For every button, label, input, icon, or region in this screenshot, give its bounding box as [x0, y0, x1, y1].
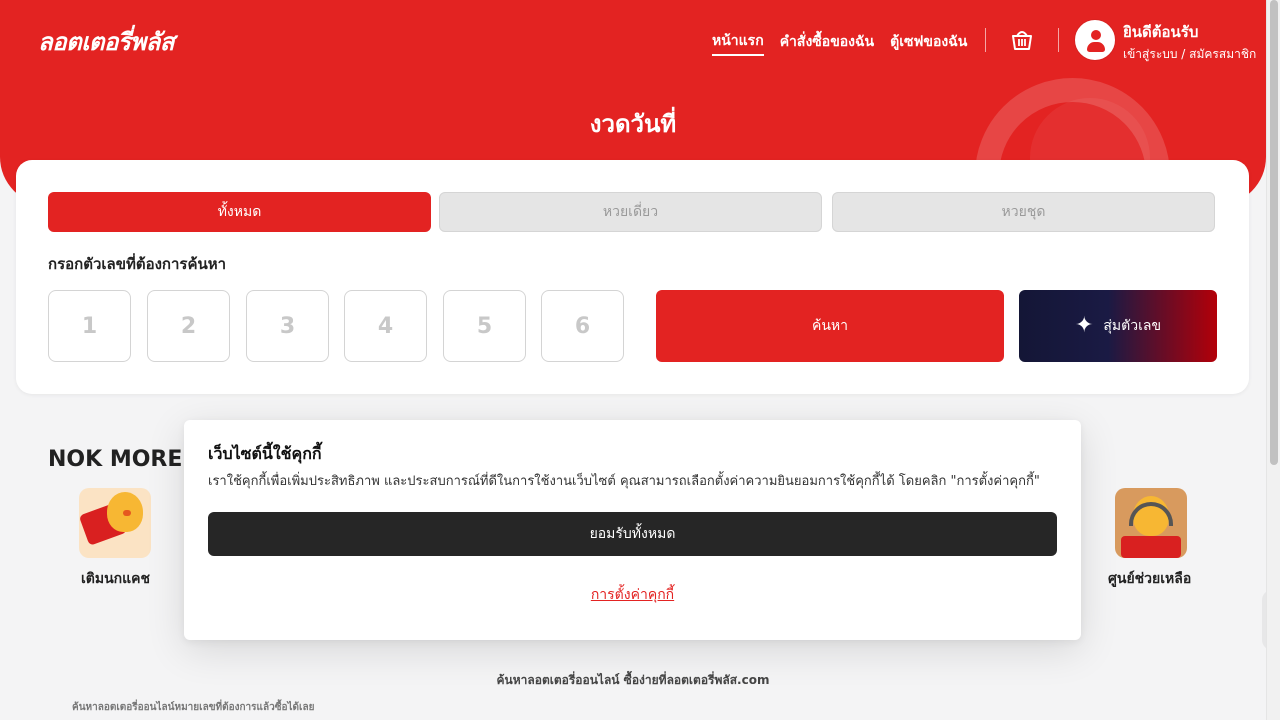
- welcome-text: ยินดีต้อนรับ: [1123, 23, 1199, 41]
- search-prompt: กรอกตัวเลขที่ต้องการค้นหา: [48, 255, 227, 273]
- mascot-helpcenter-icon[interactable]: [1115, 488, 1187, 558]
- footer-tagline: ค้นหาลอตเตอรี่ออนไลน์ ซื้อง่ายที่ลอตเตอร…: [496, 673, 770, 687]
- lottery-search-card: ทั้งหมด หวยเดี่ยว หวยชุด กรอกตัวเลขที่ต้…: [16, 160, 1249, 394]
- tab-set[interactable]: หวยชุด: [832, 192, 1215, 232]
- cookie-consent-dialog: เว็บไซต์นี้ใช้คุกกี้ เราใช้คุกกี้เพื่อเพ…: [184, 420, 1081, 640]
- login-register-link[interactable]: เข้าสู่ระบบ / สมัครสมาชิก: [1123, 45, 1256, 64]
- helpcenter-label[interactable]: ศูนย์ช่วยเหลือ: [1108, 568, 1191, 590]
- digit-input-6[interactable]: [541, 290, 624, 362]
- search-button[interactable]: ค้นหา: [656, 290, 1004, 362]
- nok-more-title: NOK MORE: [48, 447, 183, 472]
- cookie-title: เว็บไซต์นี้ใช้คุกกี้: [208, 444, 322, 463]
- cookie-description: เราใช้คุกกี้เพื่อเพิ่มประสิทธิภาพ และประ…: [208, 474, 1040, 489]
- scrollbar-thumb[interactable]: [1270, 0, 1278, 465]
- user-icon[interactable]: [1075, 20, 1115, 60]
- accept-all-cookies-button[interactable]: ยอมรับทั้งหมด: [208, 512, 1057, 556]
- random-number-label: สุ่มตัวเลข: [1103, 318, 1162, 334]
- nav-home[interactable]: หน้าแรก: [712, 30, 764, 56]
- sparkle-icon: ✦: [1074, 313, 1094, 338]
- digit-input-2[interactable]: [147, 290, 230, 362]
- basket-icon[interactable]: [1010, 27, 1034, 53]
- nav-my-orders[interactable]: คำสั่งซื้อของฉัน: [780, 31, 874, 55]
- nav-divider: [1058, 28, 1059, 52]
- draw-date-title: งวดวันที่: [589, 110, 677, 138]
- nav-my-safe[interactable]: ตู้เซฟของฉัน: [890, 31, 967, 55]
- topup-label[interactable]: เติมนกแคช: [81, 568, 150, 590]
- tab-all[interactable]: ทั้งหมด: [48, 192, 431, 232]
- tab-single[interactable]: หวยเดี่ยว: [439, 192, 822, 232]
- digit-input-5[interactable]: [443, 290, 526, 362]
- main-nav: หน้าแรก คำสั่งซื้อของฉัน ตู้เซฟของฉัน: [712, 30, 967, 56]
- nav-divider: [985, 28, 986, 52]
- site-logo[interactable]: ลอตเตอรี่พลัส: [38, 24, 268, 58]
- digit-input-1[interactable]: [48, 290, 131, 362]
- digit-input-4[interactable]: [344, 290, 427, 362]
- page-scrollbar[interactable]: [1266, 0, 1280, 720]
- footer-small-text: ค้นหาลอตเตอรี่ออนไลน์หมายเลขที่ต้องการแล…: [72, 702, 315, 713]
- cookie-settings-link[interactable]: การตั้งค่าคุกกี้: [184, 584, 1081, 606]
- random-number-button[interactable]: ✦ สุ่มตัวเลข: [1019, 290, 1217, 362]
- mascot-topup-icon[interactable]: [79, 488, 151, 558]
- digit-input-3[interactable]: [246, 290, 329, 362]
